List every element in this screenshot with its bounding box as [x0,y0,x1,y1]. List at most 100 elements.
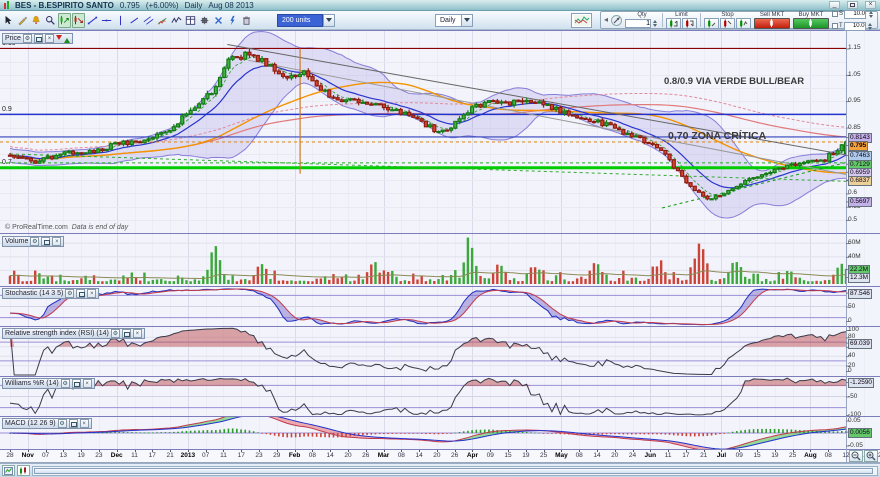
trailing-stop-button[interactable] [736,18,751,29]
date-label: Nov [22,452,34,459]
trade-settings-icon[interactable] [611,15,622,26]
date-label: 08 [825,452,832,459]
date-label: 14 [415,452,422,459]
tool-horizontal-line-icon[interactable] [100,13,113,28]
tool-pencil-icon[interactable] [16,13,29,28]
window-icon[interactable] [34,34,43,43]
price-change: (+6.00%) [146,1,179,10]
buy-stop-button[interactable] [704,18,719,29]
timeframe-dropdown-arrow-icon[interactable] [461,14,473,27]
timeframe-text: Daily [185,1,203,10]
units-dropdown[interactable]: 200 units [277,14,335,27]
close-icon[interactable]: × [80,419,89,428]
axis-tick: 0 [848,367,852,375]
t-stepper[interactable] [867,21,874,32]
timeframe-value[interactable]: Daily [435,14,461,27]
window-icon[interactable] [72,379,81,388]
sell-limit-button[interactable] [682,18,697,29]
tool-trash-icon[interactable] [240,13,253,28]
buy-mkt-group: Buy MKT [793,12,829,29]
qty-input[interactable] [625,19,651,28]
date-label: Aug [804,452,817,459]
stop-checkbox[interactable] [832,11,838,17]
candle-tool-button[interactable] [17,465,30,476]
tool-delete-x-icon[interactable] [212,13,225,28]
tool-zigzag-icon[interactable] [170,13,183,28]
target-checkbox[interactable] [832,23,838,29]
tool-parallel-lines-icon[interactable] [142,13,155,28]
right-axis: 1.151.050.950.850.650.60.550.50.81430.79… [847,30,880,463]
s-input[interactable] [844,10,866,19]
close-icon[interactable]: × [83,379,92,388]
zoom-in-icon [866,451,876,461]
wrench-icon[interactable]: ⚙ [61,379,70,388]
close-icon[interactable]: × [45,34,54,43]
axis-tick: -50 [848,393,857,401]
axis-tick: 0.5 [848,216,857,224]
window-icon[interactable] [69,419,78,428]
tool-lightning-icon[interactable] [226,13,239,28]
chart-style-button[interactable] [571,13,592,28]
qty-stepper[interactable] [652,18,659,29]
date-label: 26 [451,452,458,459]
wrench-icon[interactable]: ⚙ [23,34,32,43]
axis-tick: 40M [848,253,861,261]
units-value[interactable]: 200 units [277,14,323,27]
sell-arrow-icon[interactable] [56,35,62,43]
annotation-via-verde[interactable]: 0.8/0.9 VIA VERDE BULL/BEAR [664,76,804,87]
buy-arrow-icon[interactable] [64,35,70,43]
zoom-out-icon [851,451,861,461]
close-icon[interactable]: × [133,329,142,338]
units-dropdown-arrow-icon[interactable] [323,14,335,27]
axis-tick: 0.85 [848,124,861,132]
close-icon[interactable]: × [52,237,61,246]
wrench-icon[interactable]: ⚙ [30,237,39,246]
sell-mkt-label: Sell MKT [760,12,784,18]
buy-mkt-button[interactable] [793,18,829,29]
tool-trend-line-icon[interactable] [86,13,99,28]
left-price-label: 0.9 [2,106,12,113]
chart-window-button[interactable] [2,465,15,476]
annotation-zona-critica[interactable]: 0,70 ZONA CRÍTICA [668,130,766,142]
t-input[interactable] [844,22,866,31]
window-icon[interactable] [41,237,50,246]
s-stepper[interactable] [867,9,874,20]
tool-alert-icon[interactable] [30,13,43,28]
price-marker: 0.6837 [848,176,872,186]
tool-gear-icon[interactable] [198,13,211,28]
tool-bull-pattern-icon[interactable] [58,13,71,28]
date-axis: 28Nov07131923Dec11172120130711172329Feb0… [0,449,880,463]
tool-cursor-icon[interactable] [2,13,15,28]
panel-grip-icon[interactable]: ◂ [604,16,608,24]
tool-bear-pattern-icon[interactable] [72,13,85,28]
stochastic-panel-title: Stochastic (14 3 5) [5,289,63,298]
date-label: May [555,452,568,459]
timeframe-dropdown[interactable]: Daily [435,14,473,27]
buy-limit-button[interactable] [666,18,681,29]
tool-segment-icon[interactable] [128,13,141,28]
window-icon[interactable] [122,329,131,338]
tool-vertical-line-icon[interactable] [114,13,127,28]
zoom-in-button[interactable] [864,450,878,462]
chart-region: Price ⚙ × Volume ⚙ × Stochastic (14 3 5)… [0,30,880,463]
bottom-bar [0,463,880,477]
main-chart-canvas[interactable] [0,30,880,463]
horizontal-scrollbar[interactable] [32,466,878,476]
volume-panel-title: Volume [5,237,28,246]
wrench-icon[interactable]: ⚙ [65,289,74,298]
rsi-panel-header: Relative strength index (RSI) (14) ⚙ × [2,328,145,339]
tool-table-icon[interactable] [184,13,197,28]
zoom-out-button[interactable] [849,450,863,462]
sell-mkt-button[interactable] [754,18,790,29]
tool-zoom-icon[interactable] [44,13,57,28]
wrench-icon[interactable]: ⚙ [111,329,120,338]
window-icon[interactable] [76,289,85,298]
axis-tick: 0 [848,317,852,325]
date-label: 19 [771,452,778,459]
close-icon[interactable]: × [87,289,96,298]
axis-tick: 1.15 [848,44,861,52]
sell-stop-button[interactable] [720,18,735,29]
tool-regression-icon[interactable] [156,13,169,28]
wrench-icon[interactable]: ⚙ [58,419,67,428]
scrollbar-thumb[interactable] [34,468,873,474]
